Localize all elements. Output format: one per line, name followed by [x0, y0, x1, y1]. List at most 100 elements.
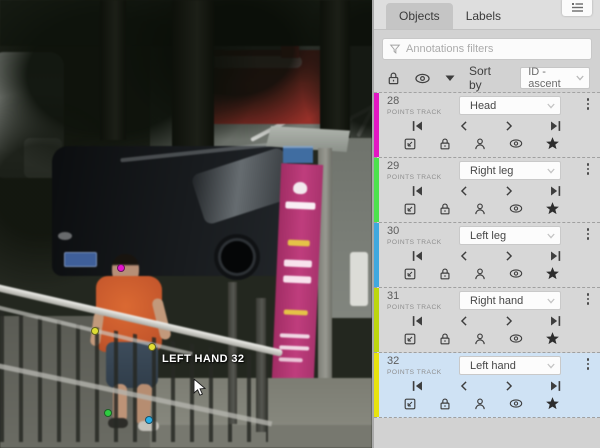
object-type: POINTS TRACK	[387, 109, 447, 116]
occluded-button[interactable]	[473, 332, 487, 346]
object-menu-button[interactable]	[582, 226, 594, 240]
lock-button[interactable]	[438, 397, 452, 411]
first-keyframe-button[interactable]	[411, 185, 424, 197]
keyframe-nav-row	[387, 311, 594, 327]
lock-button[interactable]	[438, 267, 452, 281]
last-keyframe-button[interactable]	[549, 315, 562, 327]
last-keyframe-button[interactable]	[549, 380, 562, 392]
annotation-label-overlay: LEFT HAND 32	[162, 353, 244, 365]
object-label-select[interactable]: Left leg	[459, 226, 561, 245]
blue-sign	[283, 146, 313, 163]
object-row[interactable]: 29 POINTS TRACK Right leg	[374, 158, 600, 223]
object-row[interactable]: 30 POINTS TRACK Left leg	[374, 223, 600, 288]
hide-button[interactable]	[508, 332, 524, 345]
license-plate	[64, 252, 97, 267]
switch-outside-button[interactable]	[403, 267, 417, 281]
previous-keyframe-button[interactable]	[459, 315, 469, 327]
lock-button[interactable]	[438, 202, 452, 216]
suv-wheel	[214, 234, 260, 280]
sidebar-tabbar: Objects Labels	[374, 0, 600, 30]
last-keyframe-button[interactable]	[549, 185, 562, 197]
first-keyframe-button[interactable]	[411, 380, 424, 392]
hide-all-button[interactable]	[414, 71, 431, 86]
object-menu-button[interactable]	[582, 161, 594, 175]
hide-button[interactable]	[508, 267, 524, 280]
switch-outside-button[interactable]	[403, 202, 417, 216]
filter-funnel-icon	[389, 43, 401, 55]
keyframe-star-button[interactable]	[545, 331, 560, 346]
tab-objects[interactable]: Objects	[386, 3, 453, 29]
first-keyframe-button[interactable]	[411, 120, 424, 132]
object-actions-row	[387, 327, 594, 346]
previous-keyframe-button[interactable]	[459, 250, 469, 262]
first-keyframe-button[interactable]	[411, 250, 424, 262]
chevron-down-icon	[575, 74, 585, 82]
object-menu-button[interactable]	[582, 356, 594, 370]
occluded-button[interactable]	[473, 137, 487, 151]
hide-button[interactable]	[508, 202, 524, 215]
object-label-select[interactable]: Right hand	[459, 291, 561, 310]
annotation-canvas[interactable]: LEFT HAND 32	[0, 0, 372, 448]
next-keyframe-button[interactable]	[504, 185, 514, 197]
last-keyframe-button[interactable]	[549, 250, 562, 262]
hide-button[interactable]	[508, 137, 524, 150]
switch-outside-button[interactable]	[403, 137, 417, 151]
annotations-filter-input[interactable]: Annotations filters	[382, 38, 592, 60]
occluded-button[interactable]	[473, 397, 487, 411]
switch-outside-button[interactable]	[403, 332, 417, 346]
keyframe-star-button[interactable]	[545, 201, 560, 216]
keyframe-nav-row	[387, 181, 594, 197]
appearance-panel-button[interactable]	[562, 0, 592, 16]
object-row[interactable]: 28 POINTS TRACK Head	[374, 93, 600, 158]
next-keyframe-button[interactable]	[504, 250, 514, 262]
switch-outside-button[interactable]	[403, 397, 417, 411]
annotation-point-cyan-point[interactable]	[145, 416, 153, 424]
object-type: POINTS TRACK	[387, 174, 447, 181]
previous-keyframe-button[interactable]	[459, 120, 469, 132]
keyframe-nav-row	[387, 116, 594, 132]
mouse-cursor	[193, 379, 206, 397]
object-label-select[interactable]: Head	[459, 96, 561, 115]
expand-all-caret-icon[interactable]	[444, 73, 456, 83]
previous-keyframe-button[interactable]	[459, 185, 469, 197]
railing-post	[256, 298, 266, 432]
object-menu-button[interactable]	[582, 291, 594, 305]
keyframe-star-button[interactable]	[545, 266, 560, 281]
annotation-point-magenta-point[interactable]	[117, 264, 125, 272]
filter-placeholder: Annotations filters	[406, 43, 493, 55]
object-row[interactable]: 31 POINTS TRACK Right hand	[374, 288, 600, 353]
annotation-point-green-point[interactable]	[104, 409, 112, 417]
next-keyframe-button[interactable]	[504, 315, 514, 327]
object-menu-button[interactable]	[582, 96, 594, 110]
object-label-select[interactable]: Right leg	[459, 161, 561, 180]
first-keyframe-button[interactable]	[411, 315, 424, 327]
lock-button[interactable]	[438, 332, 452, 346]
lock-all-button[interactable]	[386, 71, 401, 86]
chevron-down-icon	[546, 362, 556, 370]
object-label-select[interactable]: Left hand	[459, 356, 561, 375]
keyframe-star-button[interactable]	[545, 396, 560, 411]
previous-keyframe-button[interactable]	[459, 380, 469, 392]
object-id: 30	[387, 226, 447, 237]
object-label: Head	[470, 100, 546, 112]
annotation-point-yellow-point-right[interactable]	[148, 343, 156, 351]
object-row[interactable]: 32 POINTS TRACK Left hand	[374, 353, 600, 418]
list-icon	[571, 2, 584, 13]
chevron-down-icon	[546, 297, 556, 305]
sort-order-value: ID - ascent	[528, 66, 575, 90]
hide-button[interactable]	[508, 397, 524, 410]
tab-labels[interactable]: Labels	[453, 3, 514, 29]
sort-order-select[interactable]: ID - ascent	[520, 67, 590, 89]
next-keyframe-button[interactable]	[504, 120, 514, 132]
lock-button[interactable]	[438, 137, 452, 151]
object-actions-row	[387, 197, 594, 216]
occluded-button[interactable]	[473, 267, 487, 281]
annotation-point-yellow-point-left[interactable]	[91, 327, 99, 335]
keyframe-star-button[interactable]	[545, 136, 560, 151]
object-id: 29	[387, 161, 447, 172]
occluded-button[interactable]	[473, 202, 487, 216]
object-actions-row	[387, 132, 594, 151]
last-keyframe-button[interactable]	[549, 120, 562, 132]
filter-row: Annotations filters	[374, 30, 600, 64]
next-keyframe-button[interactable]	[504, 380, 514, 392]
